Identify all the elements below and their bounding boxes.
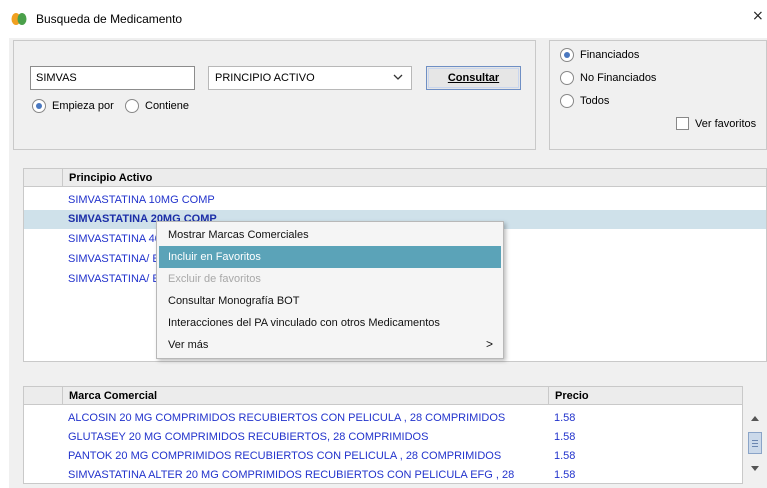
menu-item-incluir-favoritos[interactable]: Incluir en Favoritos (159, 246, 501, 268)
column-header-principio-activo[interactable]: Principio Activo (62, 169, 767, 187)
menu-item-ver-mas-label: Ver más (168, 339, 209, 351)
search-field-select-value: PRINCIPIO ACTIVO (215, 72, 315, 84)
title-bar: Busqueda de Medicamento × (0, 0, 767, 38)
table-row[interactable]: GLUTASEY 20 MG COMPRIMIDOS RECUBIERTOS, … (62, 428, 548, 447)
grip-line (752, 440, 758, 441)
column-header-marca[interactable]: Marca Comercial (62, 387, 548, 405)
chevron-down-icon (393, 74, 403, 80)
search-input[interactable] (30, 66, 195, 90)
context-menu: Mostrar Marcas Comerciales Incluir en Fa… (156, 221, 504, 359)
radio-todos-label: Todos (580, 95, 610, 107)
column-header-precio[interactable]: Precio (548, 387, 742, 405)
radio-no-financiados[interactable] (560, 71, 574, 85)
grid-header: Marca Comercial Precio (24, 387, 742, 405)
search-field-select[interactable]: PRINCIPIO ACTIVO (208, 66, 412, 90)
table-row[interactable]: ALCOSIN 20 MG COMPRIMIDOS RECUBIERTOS CO… (62, 409, 548, 428)
chevron-right-icon: > (485, 337, 493, 351)
scroll-up-icon[interactable] (751, 416, 759, 421)
table-row[interactable]: PANTOK 20 MG COMPRIMIDOS RECUBIERTOS CON… (62, 447, 548, 466)
radio-empieza-por[interactable] (32, 99, 46, 113)
consultar-button-label: Consultar (447, 72, 500, 84)
price-cell: 1.58 (554, 469, 576, 481)
grip-line (752, 443, 758, 444)
menu-item-interacciones[interactable]: Interacciones del PA vinculado con otros… (159, 312, 501, 334)
menu-item-mostrar-marcas[interactable]: Mostrar Marcas Comerciales (159, 224, 501, 246)
radio-contiene[interactable] (125, 99, 139, 113)
price-cell: 1.58 (554, 412, 576, 424)
ver-favoritos-checkbox[interactable] (676, 117, 689, 130)
radio-financiados-label: Financiados (580, 49, 640, 61)
table-row[interactable]: SIMVASTATINA ALTER 20 MG COMPRIMIDOS REC… (62, 466, 548, 482)
price-cell: 1.58 (554, 431, 576, 443)
ver-favoritos-label: Ver favoritos (695, 118, 757, 130)
radio-no-financiados-label: No Financiados (580, 72, 657, 84)
scroll-thumb[interactable] (748, 432, 762, 454)
radio-empieza-por-label: Empieza por (52, 100, 114, 112)
close-icon[interactable]: × (752, 8, 764, 24)
menu-item-ver-mas[interactable]: Ver más > (159, 334, 501, 356)
menu-item-monografia[interactable]: Consultar Monografía BOT (159, 290, 501, 312)
scroll-down-icon[interactable] (751, 466, 759, 471)
grip-line (752, 446, 758, 447)
radio-todos[interactable] (560, 94, 574, 108)
consultar-button[interactable]: Consultar (426, 66, 521, 90)
marca-comercial-grid: Marca Comercial Precio ALCOSIN 20 MG COM… (23, 386, 743, 484)
price-cell: 1.58 (554, 450, 576, 462)
search-panel (13, 40, 536, 150)
list-item[interactable]: SIMVASTATINA 10MG COMP (62, 191, 766, 210)
radio-financiados[interactable] (560, 48, 574, 62)
marcas-scrollbar[interactable] (745, 406, 765, 484)
radio-contiene-label: Contiene (145, 100, 190, 112)
menu-item-excluir-favoritos: Excluir de favoritos (168, 273, 261, 285)
grid-header: Principio Activo (24, 169, 766, 187)
window-title: Busqueda de Medicamento (36, 12, 183, 26)
pill-leaf-icon (11, 13, 27, 25)
